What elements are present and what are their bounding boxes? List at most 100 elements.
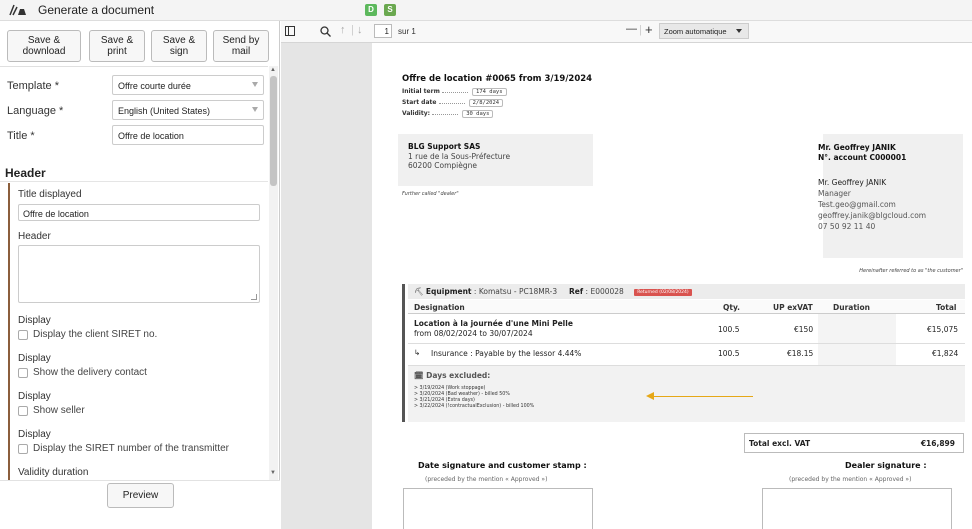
validity-duration-label: Validity duration xyxy=(18,467,89,478)
column-header-qty: Qty. xyxy=(723,303,741,312)
page-number-input[interactable]: 1 xyxy=(374,24,392,38)
header-section-title: Header xyxy=(5,166,46,180)
window-title: Generate a document xyxy=(38,3,155,17)
excluded-day: > 3/22/2024 (!contractualExclusion) - bi… xyxy=(414,404,535,409)
column-header-duration: Duration xyxy=(833,303,870,312)
column-header-total: Total xyxy=(936,303,957,312)
dealer-note: Further called "dealer" xyxy=(402,191,459,197)
zoom-select[interactable]: Zoom automatique xyxy=(659,23,749,39)
document-options-panel: Save & download Save & print Save & sign… xyxy=(0,21,280,529)
pdf-page: Offre de location #0065 from 3/19/2024 I… xyxy=(372,43,972,529)
button-label-line1: Send by xyxy=(222,35,260,46)
delivery-contact-checkbox[interactable] xyxy=(18,368,28,378)
send-mail-button[interactable]: Send by mail xyxy=(213,30,269,62)
zoom-in-icon[interactable]: + xyxy=(645,22,653,37)
scrollbar-thumb[interactable] xyxy=(270,76,277,186)
resize-grip-icon[interactable] xyxy=(251,294,257,300)
row-total: €1,824 xyxy=(932,349,959,358)
dotted-leader xyxy=(438,103,465,104)
customer-note: Hereinafter referred to as "the customer… xyxy=(859,268,963,274)
column-header-designation: Designation xyxy=(414,303,465,312)
row-subtitle: from 08/02/2024 to 30/07/2024 xyxy=(414,329,533,338)
chevron-down-icon xyxy=(252,107,258,112)
s-badge[interactable]: S xyxy=(384,4,396,16)
client-siret-label: Display the client SIRET no. xyxy=(33,329,158,340)
save-print-button[interactable]: Save & print xyxy=(89,30,145,62)
pdf-viewer: ↑ | ↓ 1 sur 1 — | + Zoom automatique Off… xyxy=(281,21,972,529)
header-textarea[interactable] xyxy=(18,245,260,303)
language-select[interactable]: English (United States) xyxy=(112,100,264,120)
title-bar: Generate a document D S xyxy=(0,0,972,21)
customer-account: N°. account C000001 xyxy=(818,153,907,162)
meta-value: 30 days xyxy=(462,110,494,118)
title-input[interactable]: Offre de location xyxy=(112,125,264,145)
language-value: English (United States) xyxy=(118,106,211,116)
search-icon[interactable] xyxy=(320,26,331,37)
button-label-line1: Save & xyxy=(27,35,61,46)
title-displayed-input[interactable]: Offre de location xyxy=(18,204,260,221)
equipment-value: Komatsu - PC18MR-3 xyxy=(478,287,558,296)
button-label-line1: Save & xyxy=(162,35,196,46)
row-divider xyxy=(408,343,965,344)
customer-signature-title: Date signature and customer stamp : xyxy=(418,461,587,470)
customer-signature-box[interactable] xyxy=(403,488,593,529)
transmitter-siret-label: Display the SIRET number of the transmit… xyxy=(33,443,230,454)
table-header-row xyxy=(408,300,965,314)
dealer-signature-note: (preceded by the mention « Approved ») xyxy=(789,476,912,483)
row-unit-price: €150 xyxy=(794,325,814,334)
customer-email-2: geoffrey.janik@blgcloud.com xyxy=(818,211,927,220)
language-label: Language * xyxy=(7,105,64,117)
preview-button[interactable]: Preview xyxy=(107,483,174,508)
row-designation: Insurance : Payable by the lessor 4.44% xyxy=(431,349,582,358)
customer-email-1: Test.geo@gmail.com xyxy=(818,200,896,209)
client-siret-checkbox[interactable] xyxy=(18,330,28,340)
equipment-icon: ⛏ xyxy=(414,287,424,296)
dealer-name: BLG Support SAS xyxy=(408,142,481,151)
save-download-button[interactable]: Save & download xyxy=(7,30,81,62)
next-page-icon[interactable]: ↓ xyxy=(357,24,363,36)
customer-role: Manager xyxy=(818,189,851,198)
annotation-arrow-line xyxy=(653,396,753,397)
row-unit-price: €18.15 xyxy=(787,349,814,358)
display-group-label: Display xyxy=(18,429,51,440)
total-box: Total excl. VAT €16,899 xyxy=(744,433,964,453)
meta-label: Initial term xyxy=(402,88,440,95)
button-label-line2: print xyxy=(107,46,127,57)
zoom-value: Zoom automatique xyxy=(664,27,727,36)
customer-contact: Mr. Geoffrey JANIK xyxy=(818,178,887,187)
status-badge: Returned (02/08/2024) xyxy=(634,289,692,296)
d-badge[interactable]: D xyxy=(365,4,377,16)
save-sign-button[interactable]: Save & sign xyxy=(151,30,207,62)
sidebar-toggle-icon[interactable] xyxy=(285,26,295,36)
equipment-label: Equipment xyxy=(425,287,472,296)
dealer-signature-box[interactable] xyxy=(762,488,952,529)
row-total: €15,075 xyxy=(927,325,959,334)
excluded-day: > 3/21/2024 (Extra days) xyxy=(414,398,475,403)
scroll-up-icon[interactable]: ▲ xyxy=(270,67,276,73)
dotted-leader xyxy=(432,114,459,115)
days-excluded-label: Days excluded: xyxy=(426,371,491,380)
template-value: Offre courte durée xyxy=(118,81,191,91)
dealer-address-line1: 1 rue de la Sous-Préfecture xyxy=(408,152,511,161)
template-select[interactable]: Offre courte durée xyxy=(112,75,264,95)
equipment-block: ⛏ Equipment : Komatsu - PC18MR-3 Ref : E… xyxy=(402,284,965,422)
excluded-day: > 3/19/2024 (Work stoppage) xyxy=(414,386,486,391)
duration-column-bg xyxy=(818,314,896,366)
section-accent-bar xyxy=(8,183,10,480)
total-value: €16,899 xyxy=(920,439,955,448)
previous-page-icon[interactable]: ↑ xyxy=(340,24,346,36)
action-buttons: Save & download Save & print Save & sign… xyxy=(0,21,280,66)
preview-bar: Preview xyxy=(0,480,280,529)
transmitter-siret-checkbox[interactable] xyxy=(18,444,28,454)
days-excluded-title: 🗓 Days excluded: xyxy=(414,371,490,380)
scroll-down-icon[interactable]: ▼ xyxy=(270,470,276,476)
zoom-out-icon[interactable]: — xyxy=(626,23,637,35)
form-scrollbar[interactable]: ▲ ▼ xyxy=(269,66,278,480)
header-label: Header xyxy=(18,231,51,242)
dotted-leader xyxy=(441,92,468,93)
toolbar-separator: | xyxy=(639,24,642,36)
show-seller-checkbox[interactable] xyxy=(18,406,28,416)
show-seller-label: Show seller xyxy=(33,405,85,416)
title-displayed-value: Offre de location xyxy=(23,209,89,219)
divider xyxy=(0,181,268,182)
